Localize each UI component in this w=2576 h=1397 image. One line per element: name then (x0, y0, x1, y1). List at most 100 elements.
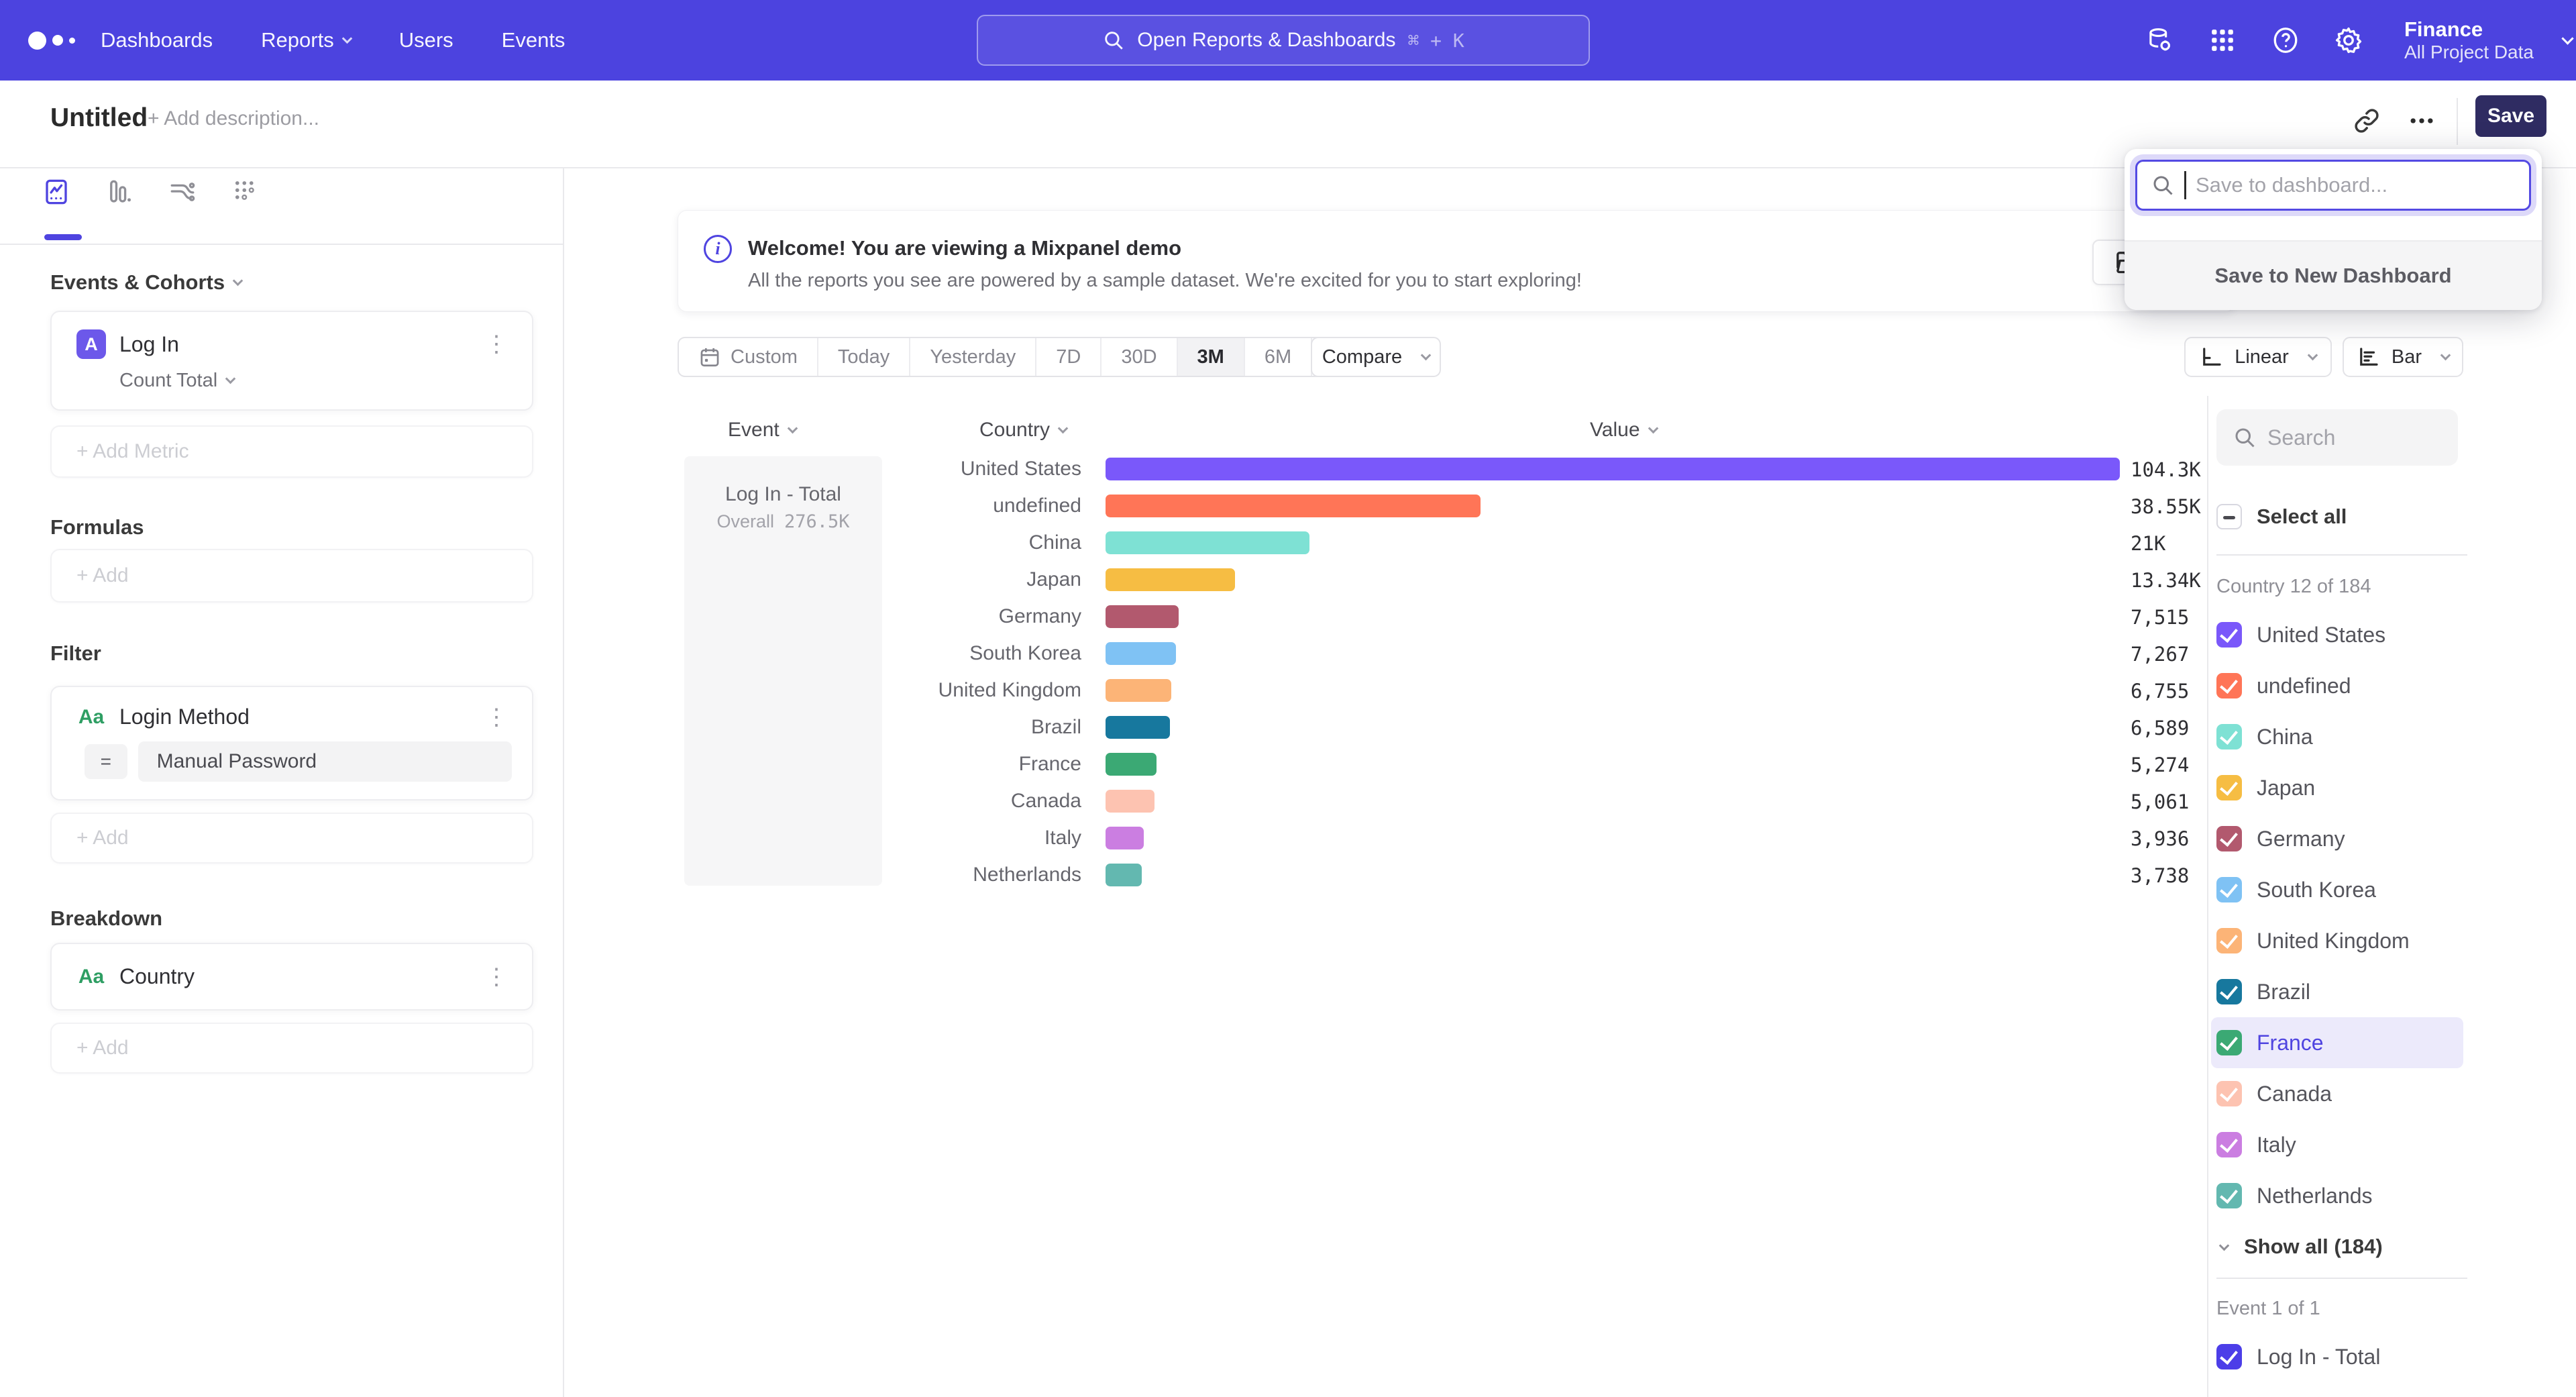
filter-operator[interactable]: = (85, 744, 127, 779)
kebab-menu-icon[interactable]: ⋮ (481, 706, 512, 729)
country-checkbox-row[interactable]: Brazil (2211, 966, 2463, 1017)
country-checkbox-row[interactable]: South Korea (2211, 864, 2463, 915)
tab-funnels[interactable] (105, 177, 134, 207)
filter-card[interactable]: Aa Login Method ⋮ = Manual Password (50, 686, 533, 800)
nav-item-users[interactable]: Users (399, 28, 453, 52)
country-checkbox-row[interactable]: Canada (2211, 1068, 2463, 1119)
settings-gear-icon[interactable] (2333, 25, 2364, 56)
time-range-segment[interactable]: Today (818, 338, 910, 376)
report-title[interactable]: Untitled (50, 103, 148, 133)
save-button[interactable]: Save (2475, 95, 2546, 137)
nav-item-reports[interactable]: Reports (261, 28, 351, 52)
tab-flows[interactable] (168, 177, 197, 207)
chart-type-dropdown[interactable]: Bar (2343, 337, 2463, 377)
chart-row: Canada 5,061 (678, 782, 2207, 819)
events-cohorts-label[interactable]: Events & Cohorts (50, 270, 533, 295)
country-checkbox-row[interactable]: Japan (2211, 762, 2463, 813)
save-to-new-dashboard-button[interactable]: Save to New Dashboard (2125, 240, 2542, 310)
nav-item-events[interactable]: Events (502, 28, 566, 52)
select-all-row[interactable]: Select all (2216, 502, 2576, 531)
bar[interactable] (1106, 753, 1157, 776)
bar[interactable] (1106, 642, 1176, 665)
project-switcher[interactable]: Finance All Project Data (2404, 0, 2572, 81)
global-search[interactable]: Open Reports & Dashboards ⌘ + K (977, 15, 1590, 66)
country-checkbox[interactable] (2216, 622, 2242, 648)
axis-scale-dropdown[interactable]: Linear (2184, 337, 2332, 377)
add-metric-button[interactable]: + Add Metric (50, 425, 533, 478)
save-dashboard-search[interactable]: Save to dashboard... (2135, 160, 2531, 211)
help-icon[interactable] (2270, 25, 2301, 56)
bar[interactable] (1106, 605, 1179, 628)
country-checkbox-row[interactable]: undefined (2211, 660, 2463, 711)
panel-search[interactable] (2216, 409, 2458, 466)
copy-link-icon[interactable] (2347, 101, 2387, 141)
country-checkbox[interactable] (2216, 775, 2242, 800)
country-checkbox[interactable] (2216, 673, 2242, 698)
country-checkbox[interactable] (2216, 1183, 2242, 1208)
event-checkbox-row[interactable]: Log In - Total (2211, 1331, 2463, 1382)
country-checkbox-row[interactable]: Germany (2211, 813, 2463, 864)
country-checkbox-row[interactable]: China (2211, 711, 2463, 762)
save-input-placeholder: Save to dashboard... (2196, 173, 2387, 197)
bar[interactable] (1106, 531, 1309, 554)
bar-track: 13.34K (1106, 568, 2120, 591)
country-checkbox[interactable] (2216, 979, 2242, 1004)
event-count-label: Event 1 of 1 (2216, 1298, 2576, 1321)
time-range-segment[interactable]: 7D (1036, 338, 1102, 376)
country-checkbox-row[interactable]: Italy (2211, 1119, 2463, 1170)
time-range-segment[interactable]: 3M (1178, 338, 1245, 376)
kebab-menu-icon[interactable]: ⋮ (481, 333, 512, 356)
divider (2457, 98, 2458, 145)
compare-button[interactable]: Compare (1311, 337, 1441, 377)
bar[interactable] (1106, 679, 1171, 702)
select-all-checkbox[interactable] (2216, 504, 2242, 529)
column-header-value[interactable]: Value (1590, 419, 1657, 442)
more-options-icon[interactable] (2402, 101, 2442, 141)
country-checkbox[interactable] (2216, 1132, 2242, 1157)
bar[interactable] (1106, 790, 1155, 813)
add-description[interactable]: + Add description... (148, 107, 319, 130)
time-range-segment[interactable]: Custom (679, 338, 818, 376)
mixpanel-logo-icon[interactable] (28, 0, 75, 81)
metric-card[interactable]: A Log In ⋮ Count Total (50, 311, 533, 411)
country-checkbox[interactable] (2216, 928, 2242, 953)
country-checkbox-row[interactable]: Netherlands (2211, 1170, 2463, 1221)
country-checkbox-row[interactable]: United States (2211, 609, 2463, 660)
string-property-badge: Aa (76, 706, 106, 729)
data-management-icon[interactable] (2144, 25, 2175, 56)
event-checkbox[interactable] (2216, 1344, 2242, 1369)
bar[interactable] (1106, 568, 1235, 591)
bar-value-label: 13.34K (2131, 569, 2201, 592)
country-checkbox[interactable] (2216, 1081, 2242, 1106)
country-checkbox-row[interactable]: United Kingdom (2211, 915, 2463, 966)
show-all-toggle[interactable]: Show all (184) (2216, 1225, 2576, 1268)
bar[interactable] (1106, 716, 1170, 739)
nav-item-dashboards[interactable]: Dashboards (101, 28, 213, 52)
country-checkbox[interactable] (2216, 826, 2242, 851)
panel-search-input[interactable] (2267, 425, 2449, 450)
country-checkbox[interactable] (2216, 1030, 2242, 1055)
kebab-menu-icon[interactable]: ⋮ (481, 966, 512, 988)
apps-grid-icon[interactable] (2207, 25, 2238, 56)
time-range-segment[interactable]: 6M (1245, 338, 1312, 376)
aggregation-dropdown[interactable]: Count Total (119, 370, 512, 392)
bar[interactable] (1106, 827, 1144, 849)
country-checkbox-row[interactable]: France (2211, 1017, 2463, 1068)
time-range-segment[interactable]: Yesterday (910, 338, 1036, 376)
add-formula-button[interactable]: + Add (50, 549, 533, 603)
bar[interactable] (1106, 864, 1142, 886)
add-filter-button[interactable]: + Add (50, 813, 533, 864)
breakdown-card[interactable]: Aa Country ⋮ (50, 943, 533, 1011)
tab-retention[interactable] (231, 177, 260, 207)
bar[interactable] (1106, 495, 1481, 517)
bar[interactable] (1106, 458, 2120, 480)
filter-value[interactable]: Manual Password (138, 741, 512, 782)
tab-insights[interactable] (42, 177, 71, 207)
column-header-event[interactable]: Event (728, 419, 796, 442)
add-breakdown-button[interactable]: + Add (50, 1023, 533, 1074)
segment-filter-panel: Select all Country 12 of 184 United Stat… (2208, 396, 2576, 1397)
country-checkbox[interactable] (2216, 877, 2242, 902)
country-checkbox[interactable] (2216, 724, 2242, 749)
time-range-segment[interactable]: 30D (1102, 338, 1177, 376)
column-header-country[interactable]: Country (979, 419, 1067, 442)
